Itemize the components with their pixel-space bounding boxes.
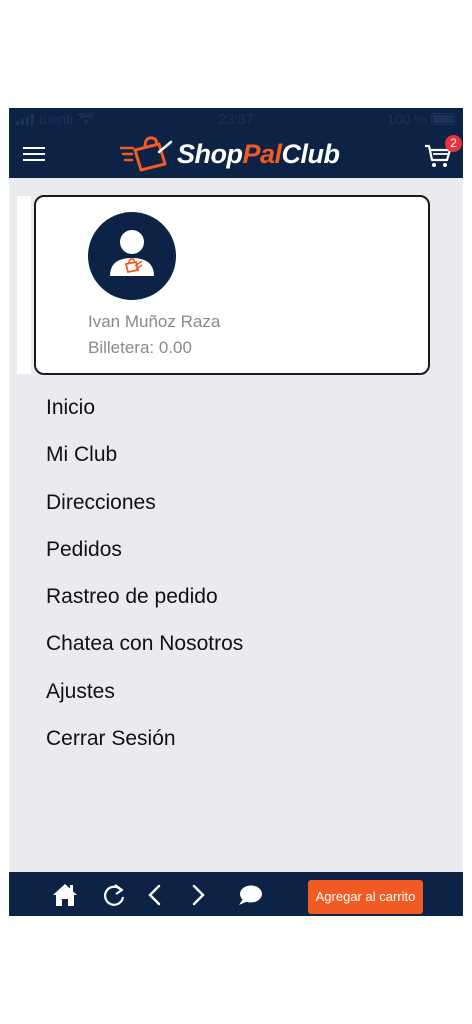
menu-item-rastreo[interactable]: Rastreo de pedido: [46, 582, 243, 629]
user-avatar-icon: [110, 230, 154, 276]
menu-item-direcciones[interactable]: Direcciones: [46, 488, 243, 535]
menu-item-chat[interactable]: Chatea con Nosotros: [46, 629, 243, 676]
menu-item-ajustes[interactable]: Ajustes: [46, 677, 243, 724]
home-icon[interactable]: [52, 882, 78, 908]
avatar[interactable]: [88, 212, 176, 300]
app-screen: tuenti 23:37 100 % ShopPalClub 2 Ivan Mu…: [9, 108, 463, 916]
bottom-toolbar: Agregar al carrito: [9, 872, 463, 916]
forward-icon[interactable]: [184, 882, 210, 908]
logo-wordmark: ShopPalClub: [177, 138, 340, 169]
reload-icon[interactable]: [101, 882, 127, 908]
cart-count-badge: 2: [445, 135, 462, 152]
wallet-balance: Billetera: 0.00: [88, 338, 192, 357]
add-to-cart-button[interactable]: Agregar al carrito: [308, 880, 423, 914]
status-right: 100 %: [387, 111, 455, 127]
shoppalclub-logo: ShopPalClub: [119, 134, 340, 174]
profile-name: Ivan Muñoz Raza: [88, 312, 221, 331]
battery-icon: [431, 113, 455, 125]
menu-item-cerrar-sesion[interactable]: Cerrar Sesión: [46, 724, 243, 771]
menu-item-pedidos[interactable]: Pedidos: [46, 535, 243, 582]
side-menu: Inicio Mi Club Direcciones Pedidos Rastr…: [46, 393, 243, 771]
battery-percent: 100 %: [387, 111, 427, 127]
menu-item-inicio[interactable]: Inicio: [46, 393, 243, 440]
shopping-bag-logo-icon: [119, 136, 173, 172]
profile-card: Ivan Muñoz Raza Billetera: 0.00: [34, 195, 430, 375]
profile-strip: [17, 196, 31, 374]
menu-item-mi-club[interactable]: Mi Club: [46, 440, 243, 487]
top-navbar: ShopPalClub 2: [9, 130, 463, 178]
back-icon[interactable]: [143, 882, 169, 908]
menu-icon[interactable]: [23, 147, 45, 161]
status-bar: tuenti 23:37 100 %: [9, 108, 463, 130]
chat-icon[interactable]: [237, 882, 263, 908]
